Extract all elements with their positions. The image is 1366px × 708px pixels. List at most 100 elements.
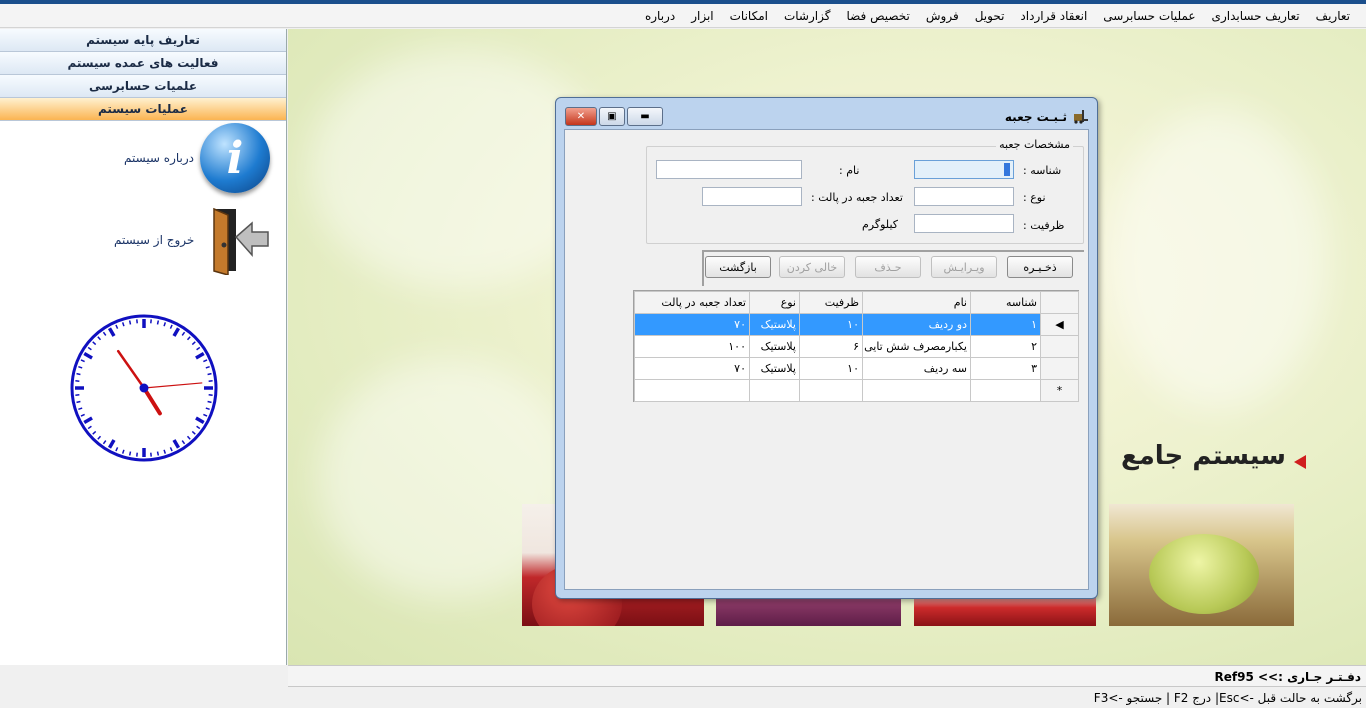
table-row[interactable]: ◀ ۱ دو ردیف ۱۰ پلاستیک ۷۰ [634,313,1079,336]
keyboard-hints-status: برگشت به حالت قبل ->Esc| درج F2 | جستجو … [0,688,1366,708]
back-button[interactable]: بازگشت [705,256,771,278]
table-header-row: شناسه نام ظرفیت نوع تعداد جعبه در پالت [634,291,1079,314]
row-header-corner [1040,291,1079,314]
cell-name[interactable] [862,379,971,402]
sidebar: تعاریف پایه سیستم فعالیت های عمده سیستم … [0,29,287,665]
cell-capacity[interactable]: ۱۰ [799,313,863,336]
cell-type[interactable]: پلاستیک [749,357,800,380]
banner-title: سیستم جامع [1120,441,1286,471]
text-caret [1004,163,1010,176]
count-per-pallet-field[interactable] [702,187,802,206]
cell-id[interactable] [970,379,1041,402]
name-label: نام : [839,164,860,177]
clock-tick [207,372,212,376]
table-row[interactable]: ۳ سه ردیف ۱۰ پلاستیک ۷۰ [634,357,1079,380]
sidebar-button-system-operations[interactable]: عملیات سیستم [0,98,286,121]
cell-capacity[interactable]: ۱۰ [799,357,863,380]
row-selector[interactable] [1040,357,1079,380]
dialog-title: ثـبـت جعبه [1004,110,1067,124]
clock-center [139,383,149,393]
menu-bar: تعاریف تعاریف حسابداری عملیات حسابرسی ان… [0,4,1366,28]
exit-door-icon [200,205,272,276]
column-header-capacity[interactable]: ظرفیت [799,291,863,314]
name-field[interactable] [656,160,802,179]
row-selector[interactable] [1040,335,1079,358]
box-registration-dialog: ثـبـت جعبه ✕ ▣ ▬ مشخصات جعبه شناسه : نام… [555,97,1098,599]
about-system-item[interactable]: i درباره سیستم [124,123,271,193]
exit-system-item[interactable]: خروج از سیستم [114,205,272,276]
current-row-icon: ◀ [1055,318,1064,331]
clock-tick [156,451,160,456]
sidebar-button-main-activities[interactable]: فعالیت های عمده سیستم [0,52,286,75]
close-icon: ✕ [576,111,586,122]
clock-tick [156,320,160,325]
column-header-type[interactable]: نوع [749,291,800,314]
maximize-button[interactable]: ▣ [599,107,625,126]
cell-type[interactable] [749,379,800,402]
new-row[interactable]: * [634,379,1079,402]
menu-item-delivery[interactable]: تحویل [967,9,1013,23]
clear-button[interactable]: خالی کردن [779,256,845,278]
id-label: شناسه : [1023,164,1062,177]
cell-count[interactable] [634,379,750,402]
cell-count[interactable]: ۱۰۰ [634,335,750,358]
menu-item-definitions[interactable]: تعاریف [1308,9,1358,23]
clock-tick [76,372,81,376]
clock-tick [207,400,212,404]
id-field[interactable] [914,160,1014,179]
exit-system-label: خروج از سیستم [114,233,195,247]
menu-item-reports[interactable]: گزارشات [776,9,838,23]
cell-type[interactable]: پلاستیک [749,313,800,336]
photo-green-grapes [1109,504,1294,626]
cell-name[interactable]: یکبارمصرف شش تایی [862,335,971,358]
menu-item-about[interactable]: درباره [637,9,683,23]
column-header-count-per-pallet[interactable]: تعداد جعبه در پالت [634,291,750,314]
boxes-table: شناسه نام ظرفیت نوع تعداد جعبه در پالت ◀… [634,291,1079,402]
group-label: مشخصات جعبه [996,138,1073,151]
sidebar-footer [0,665,288,688]
about-system-label: درباره سیستم [124,151,195,165]
close-button[interactable]: ✕ [565,107,597,126]
capacity-field[interactable] [914,214,1014,233]
menu-item-contracts[interactable]: انعقاد قرارداد [1012,9,1095,23]
cell-id[interactable]: ۱ [970,313,1041,336]
menu-item-features[interactable]: امکانات [722,9,776,23]
cell-capacity[interactable] [799,379,863,402]
forklift-icon [1074,110,1088,124]
clock-tick [128,320,132,325]
info-icon: i [200,123,271,193]
cell-name[interactable]: دو ردیف [862,313,971,336]
save-button[interactable]: ذخـیـره [1007,256,1073,278]
current-office-status: دفـتـر جـاری :>> Ref95 [288,665,1366,687]
cell-name[interactable]: سه ردیف [862,357,971,380]
sidebar-button-base-definitions[interactable]: تعاریف پایه سیستم [0,29,286,52]
cell-id[interactable]: ۲ [970,335,1041,358]
clock-tick [128,451,132,456]
column-header-id[interactable]: شناسه [970,291,1041,314]
cell-id[interactable]: ۳ [970,357,1041,380]
capacity-label: ظرفیت : [1023,219,1065,232]
cell-count[interactable]: ۷۰ [634,313,750,336]
menu-item-accounting-definitions[interactable]: تعاریف حسابداری [1204,9,1308,23]
menu-item-tools[interactable]: ابزار [683,9,721,23]
delete-button[interactable]: حـذف [855,256,921,278]
clock-tick [76,400,81,404]
dialog-body: مشخصات جعبه شناسه : نام : نوع : تعداد جع… [564,129,1089,590]
boxes-grid: شناسه نام ظرفیت نوع تعداد جعبه در پالت ◀… [633,290,1079,402]
column-header-name[interactable]: نام [862,291,971,314]
type-label: نوع : [1023,191,1046,204]
sidebar-button-audit[interactable]: علمیات حسابرسی [0,75,286,98]
type-field[interactable] [914,187,1014,206]
menu-item-audit-operations[interactable]: عملیات حسابرسی [1095,9,1203,23]
cell-type[interactable]: پلاستیک [749,335,800,358]
cell-capacity[interactable]: ۶ [799,335,863,358]
cell-count[interactable]: ۷۰ [634,357,750,380]
table-row[interactable]: ۲ یکبارمصرف شش تایی ۶ پلاستیک ۱۰۰ [634,335,1079,358]
new-row-marker: * [1040,379,1079,402]
menu-item-sales[interactable]: فروش [918,9,967,23]
edit-button[interactable]: ویـرایـش [931,256,997,278]
menu-item-space-allocation[interactable]: تخصیص فضا [838,9,917,23]
minimize-button[interactable]: ▬ [627,107,663,126]
analog-clock [69,313,219,466]
row-selector-current[interactable]: ◀ [1040,313,1079,336]
